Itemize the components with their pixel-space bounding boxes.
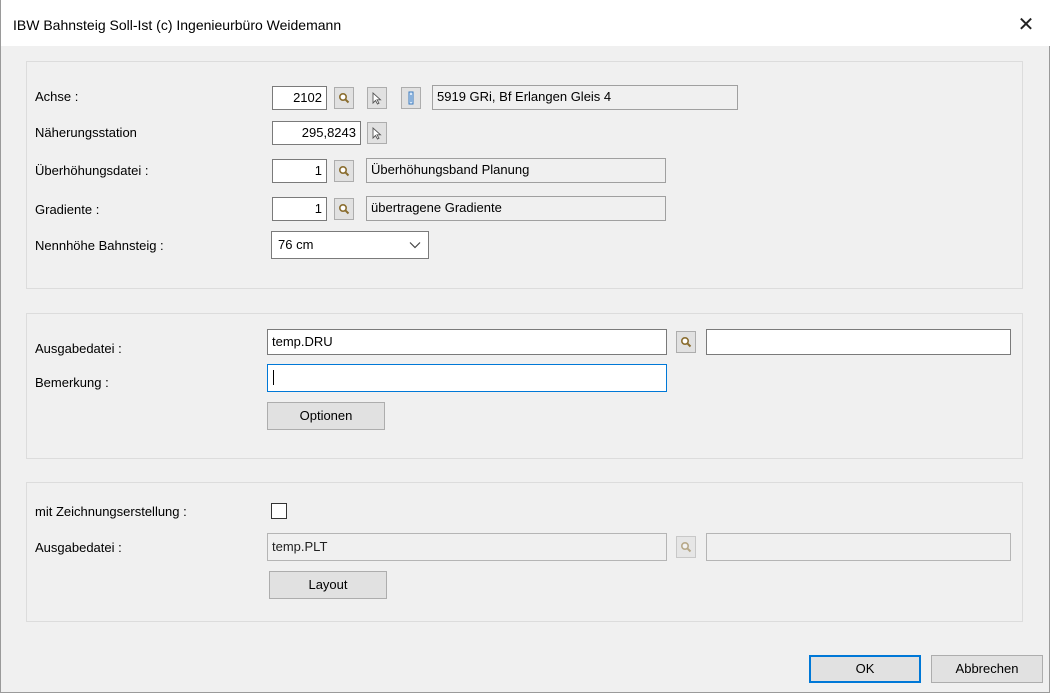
ueberhoehungsdatei-search-button[interactable] xyxy=(334,160,354,182)
ausgabedatei-druck-search-button[interactable] xyxy=(676,331,696,353)
ausgabedatei-plot-label: Ausgabedatei : xyxy=(35,540,122,555)
achse-info-button[interactable] xyxy=(401,87,421,109)
ueberhoehungsdatei-description: Überhöhungsband Planung xyxy=(366,158,666,183)
achse-description: 5919 GRi, Bf Erlangen Gleis 4 xyxy=(432,85,738,110)
ueberhoehungsdatei-label: Überhöhungsdatei : xyxy=(35,163,149,178)
search-icon xyxy=(338,165,350,177)
gradiente-description: übertragene Gradiente xyxy=(366,196,666,221)
achse-label: Achse : xyxy=(35,89,79,104)
close-icon[interactable]: ✕ xyxy=(1013,12,1039,38)
ueberhoehungsdatei-number-input[interactable]: 1 xyxy=(272,159,327,183)
naeherungsstation-pick-button[interactable] xyxy=(367,122,387,144)
gradiente-number-input[interactable]: 1 xyxy=(272,197,327,221)
ausgabedatei-plot-input[interactable]: temp.PLT xyxy=(267,533,667,561)
nennhoehe-select[interactable]: 76 cm xyxy=(271,231,429,259)
search-icon xyxy=(338,203,350,215)
info-icon xyxy=(408,91,414,105)
achse-number-input[interactable]: 2102 xyxy=(272,86,327,110)
naeherungsstation-input[interactable]: 295,8243 xyxy=(272,121,361,145)
dialog-window: IBW Bahnsteig Soll-Ist (c) Ingenieurbüro… xyxy=(0,0,1051,693)
achse-pick-button[interactable] xyxy=(367,87,387,109)
achse-search-button[interactable] xyxy=(334,87,354,109)
ausgabedatei-druck-input[interactable]: temp.DRU xyxy=(267,329,667,355)
naeherungsstation-label: Näherungsstation xyxy=(35,125,137,140)
zeichnungserstellung-checkbox[interactable] xyxy=(271,503,287,519)
title-bar: IBW Bahnsteig Soll-Ist (c) Ingenieurbüro… xyxy=(1,0,1051,46)
cancel-button[interactable]: Abbrechen xyxy=(931,655,1043,683)
pointer-icon xyxy=(372,127,381,139)
chevron-down-icon xyxy=(408,232,422,258)
optionen-button[interactable]: Optionen xyxy=(267,402,385,430)
text-caret xyxy=(273,370,274,385)
bemerkung-label: Bemerkung : xyxy=(35,375,109,390)
ok-button[interactable]: OK xyxy=(809,655,921,683)
search-icon xyxy=(680,541,692,553)
ausgabedatei-plot-extra[interactable] xyxy=(706,533,1011,561)
ausgabedatei-druck-extra[interactable] xyxy=(706,329,1011,355)
gradiente-search-button[interactable] xyxy=(334,198,354,220)
search-icon xyxy=(680,336,692,348)
layout-button[interactable]: Layout xyxy=(269,571,387,599)
bemerkung-input[interactable] xyxy=(267,364,667,392)
gradiente-label: Gradiente : xyxy=(35,202,100,217)
window-title: IBW Bahnsteig Soll-Ist (c) Ingenieurbüro… xyxy=(13,17,342,33)
pointer-icon xyxy=(372,92,381,104)
ausgabedatei-druck-label: Ausgabedatei : xyxy=(35,341,122,356)
zeichnungserstellung-label: mit Zeichnungserstellung : xyxy=(35,504,187,519)
nennhoehe-label: Nennhöhe Bahnsteig : xyxy=(35,238,164,253)
nennhoehe-selected-value: 76 cm xyxy=(278,237,314,252)
ausgabedatei-plot-search-button[interactable] xyxy=(676,536,696,558)
search-icon xyxy=(338,92,350,104)
